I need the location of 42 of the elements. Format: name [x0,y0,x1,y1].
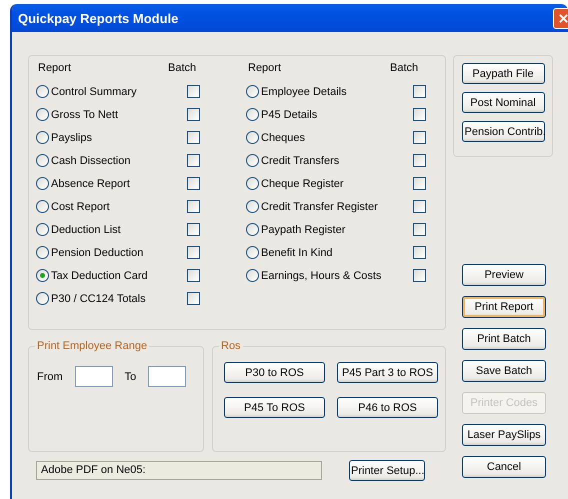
column-header: Report [37,62,72,74]
action-button[interactable]: Preview [462,264,546,286]
radio-label[interactable]: Cheques [259,132,401,144]
radio-label[interactable]: Earnings, Hours & Costs [259,270,401,282]
radio-label[interactable]: Deduction List [49,224,182,236]
radio-label[interactable]: Credit Transfers [259,154,401,166]
radio-label[interactable]: Tax Deduction Card [49,270,182,282]
from-label: From [37,370,63,382]
ros-button[interactable]: P30 to ROS [224,362,325,383]
export-button[interactable]: Paypath File [462,63,544,84]
radio-label[interactable]: P30 / CC124 Totals [49,292,182,304]
group-title: Print Employee Range [35,340,150,352]
printer-field: Adobe PDF on Ne05: [36,461,322,480]
radio-label[interactable]: Benefit In Kind [259,246,401,258]
radio-label[interactable]: Credit Transfer Register [259,200,401,212]
radio-label[interactable]: Control Summary [49,86,182,98]
to-label: To [124,370,136,382]
action-button[interactable]: Print Report [462,296,546,318]
radio-label[interactable]: Pension Deduction [49,246,182,258]
column-header: Report [247,62,282,74]
action-button[interactable]: Laser PaySlips [462,424,546,446]
ros-button[interactable]: P46 to ROS [337,397,438,418]
action-button[interactable]: Save Batch [462,360,546,382]
radio-label[interactable]: Cheque Register [259,178,401,190]
action-button[interactable]: Print Batch [462,328,546,350]
column-header: Batch [168,62,196,74]
radio-label[interactable]: Payslips [49,132,182,144]
group-title: Ros [219,340,243,352]
radio-label[interactable]: Gross To Nett [49,108,182,120]
radio-label[interactable]: Cost Report [49,200,182,212]
export-button[interactable]: Post Nominal [462,92,544,113]
printer-setup-button[interactable]: Printer Setup... [349,460,425,481]
radio-label[interactable]: Paypath Register [259,224,401,236]
ros-button[interactable]: P45 Part 3 to ROS [337,362,438,383]
radio-label[interactable]: Absence Report [49,178,182,190]
radio-label[interactable]: P45 Details [259,108,401,120]
ros-button[interactable]: P45 To ROS [224,397,325,418]
column-header: Batch [390,62,418,74]
radio-label[interactable]: Cash Dissection [49,154,182,166]
action-button[interactable]: Cancel [462,456,546,478]
window-title: Quickpay Reports Module [17,10,178,26]
radio-label[interactable]: Employee Details [259,86,401,98]
